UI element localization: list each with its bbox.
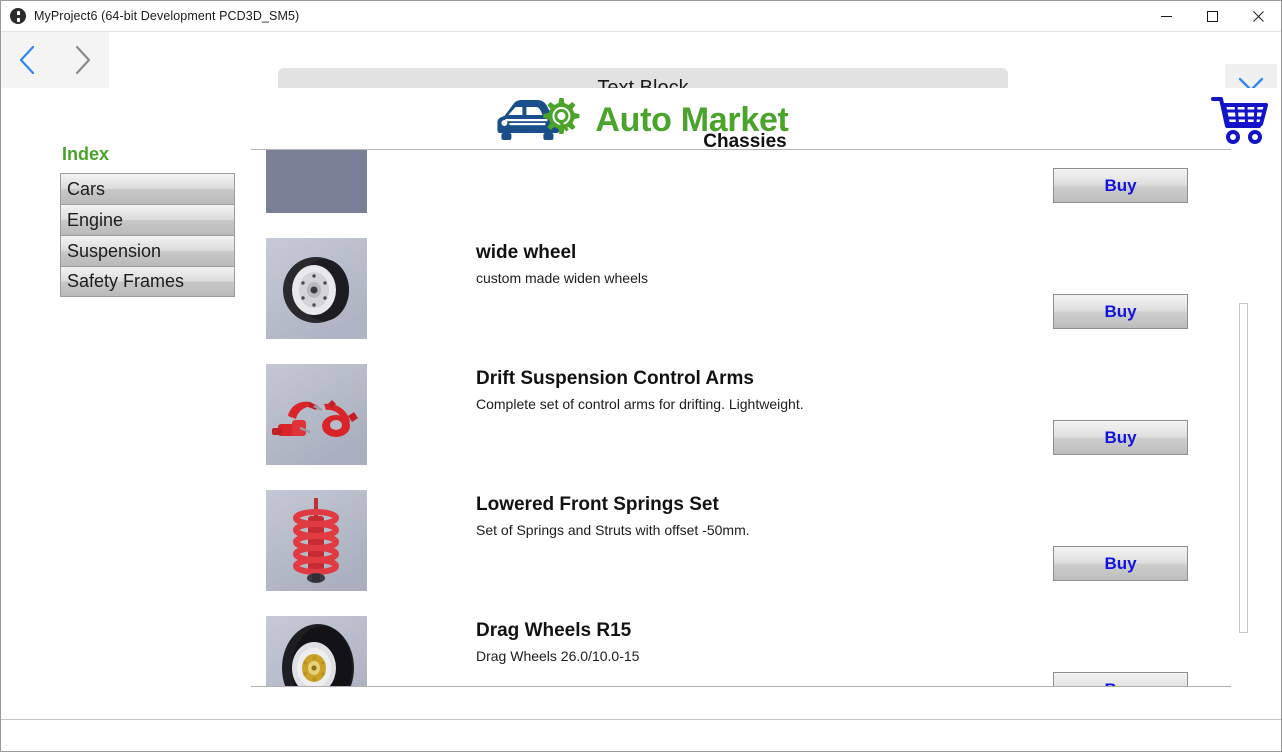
application-window: MyProject6 (64-bit Development PCD3D_SM5…: [0, 0, 1282, 752]
buy-button[interactable]: Buy: [1053, 672, 1188, 686]
buy-button[interactable]: Buy: [1053, 168, 1188, 203]
buy-button[interactable]: Buy: [1053, 294, 1188, 329]
product-list: Buy wide wheel custom made widen wheels …: [251, 150, 1251, 686]
buy-button[interactable]: Buy: [1053, 420, 1188, 455]
index-sidebar: Index Cars Engine Suspension Safety Fram…: [60, 144, 235, 297]
status-strip: [1, 719, 1281, 751]
control-arms-image: [266, 364, 367, 465]
chevron-left-icon: [19, 45, 35, 75]
table-row[interactable]: Drift Suspension Control Arms Complete s…: [251, 356, 1231, 482]
product-info: wide wheel custom made widen wheels: [476, 242, 1036, 286]
navigation-toolbar: Text Block: [1, 32, 1281, 116]
drag-wheel-image: [266, 616, 367, 686]
product-thumbnail: [266, 150, 367, 213]
product-title: Drift Suspension Control Arms: [476, 368, 754, 389]
product-info: Lowered Front Springs Set Set of Springs…: [476, 494, 1036, 538]
product-info: Drag Wheels R15 Drag Wheels 26.0/10.0-15: [476, 620, 1036, 664]
sidebar-item-safety-frames[interactable]: Safety Frames: [60, 266, 235, 297]
product-title: Drag Wheels R15: [476, 620, 632, 641]
product-title: Lowered Front Springs Set: [476, 494, 719, 515]
title-bar: MyProject6 (64-bit Development PCD3D_SM5…: [1, 1, 1281, 32]
table-row[interactable]: Lowered Front Springs Set Set of Springs…: [251, 482, 1231, 608]
maximize-button[interactable]: [1189, 1, 1235, 32]
index-title: Index: [62, 144, 110, 164]
forward-button[interactable]: [62, 40, 102, 80]
nav-button-group: [1, 32, 109, 88]
wheel-image: [266, 238, 367, 339]
product-thumbnail: [266, 238, 367, 339]
product-thumbnail: [266, 490, 367, 591]
minimize-button[interactable]: [1143, 1, 1189, 32]
product-thumbnail: [266, 364, 367, 465]
product-image-partial: [266, 150, 367, 213]
product-list-scrollbar[interactable]: [1239, 303, 1248, 633]
close-button[interactable]: [1235, 1, 1281, 32]
window-controls: [1143, 1, 1281, 32]
maximize-icon: [1206, 10, 1218, 22]
coil-spring-image: [266, 490, 367, 591]
product-list-viewport: Buy wide wheel custom made widen wheels …: [251, 150, 1251, 686]
product-description: Complete set of control arms for driftin…: [476, 396, 804, 412]
product-description: Set of Springs and Struts with offset -5…: [476, 522, 750, 538]
table-row[interactable]: Drag Wheels R15 Drag Wheels 26.0/10.0-15…: [251, 608, 1231, 686]
unreal-engine-icon: [10, 8, 26, 24]
shopping-cart-icon: [1211, 97, 1268, 144]
back-button[interactable]: [8, 40, 48, 80]
chevron-right-icon: [75, 45, 91, 75]
buy-button[interactable]: Buy: [1053, 546, 1188, 581]
product-info: Drift Suspension Control Arms Complete s…: [476, 368, 1036, 412]
minimize-icon: [1160, 15, 1172, 17]
sidebar-item-cars[interactable]: Cars: [60, 173, 235, 204]
product-title: wide wheel: [476, 242, 577, 263]
product-description: custom made widen wheels: [476, 270, 648, 286]
car-gear-logo-icon: [497, 98, 580, 140]
list-bottom-divider: [251, 686, 1231, 687]
sidebar-item-engine[interactable]: Engine: [60, 204, 235, 235]
table-row[interactable]: wide wheel custom made widen wheels Buy: [251, 230, 1231, 356]
table-row[interactable]: Buy: [251, 150, 1231, 230]
sidebar-item-suspension[interactable]: Suspension: [60, 235, 235, 266]
product-description: Drag Wheels 26.0/10.0-15: [476, 648, 640, 664]
shopping-cart-button[interactable]: [1207, 88, 1273, 154]
close-icon: [1252, 10, 1264, 22]
content-area: Auto Market Chassies Index Cars Engine S…: [1, 88, 1281, 751]
window-title: MyProject6 (64-bit Development PCD3D_SM5…: [34, 9, 300, 23]
product-thumbnail: [266, 616, 367, 686]
